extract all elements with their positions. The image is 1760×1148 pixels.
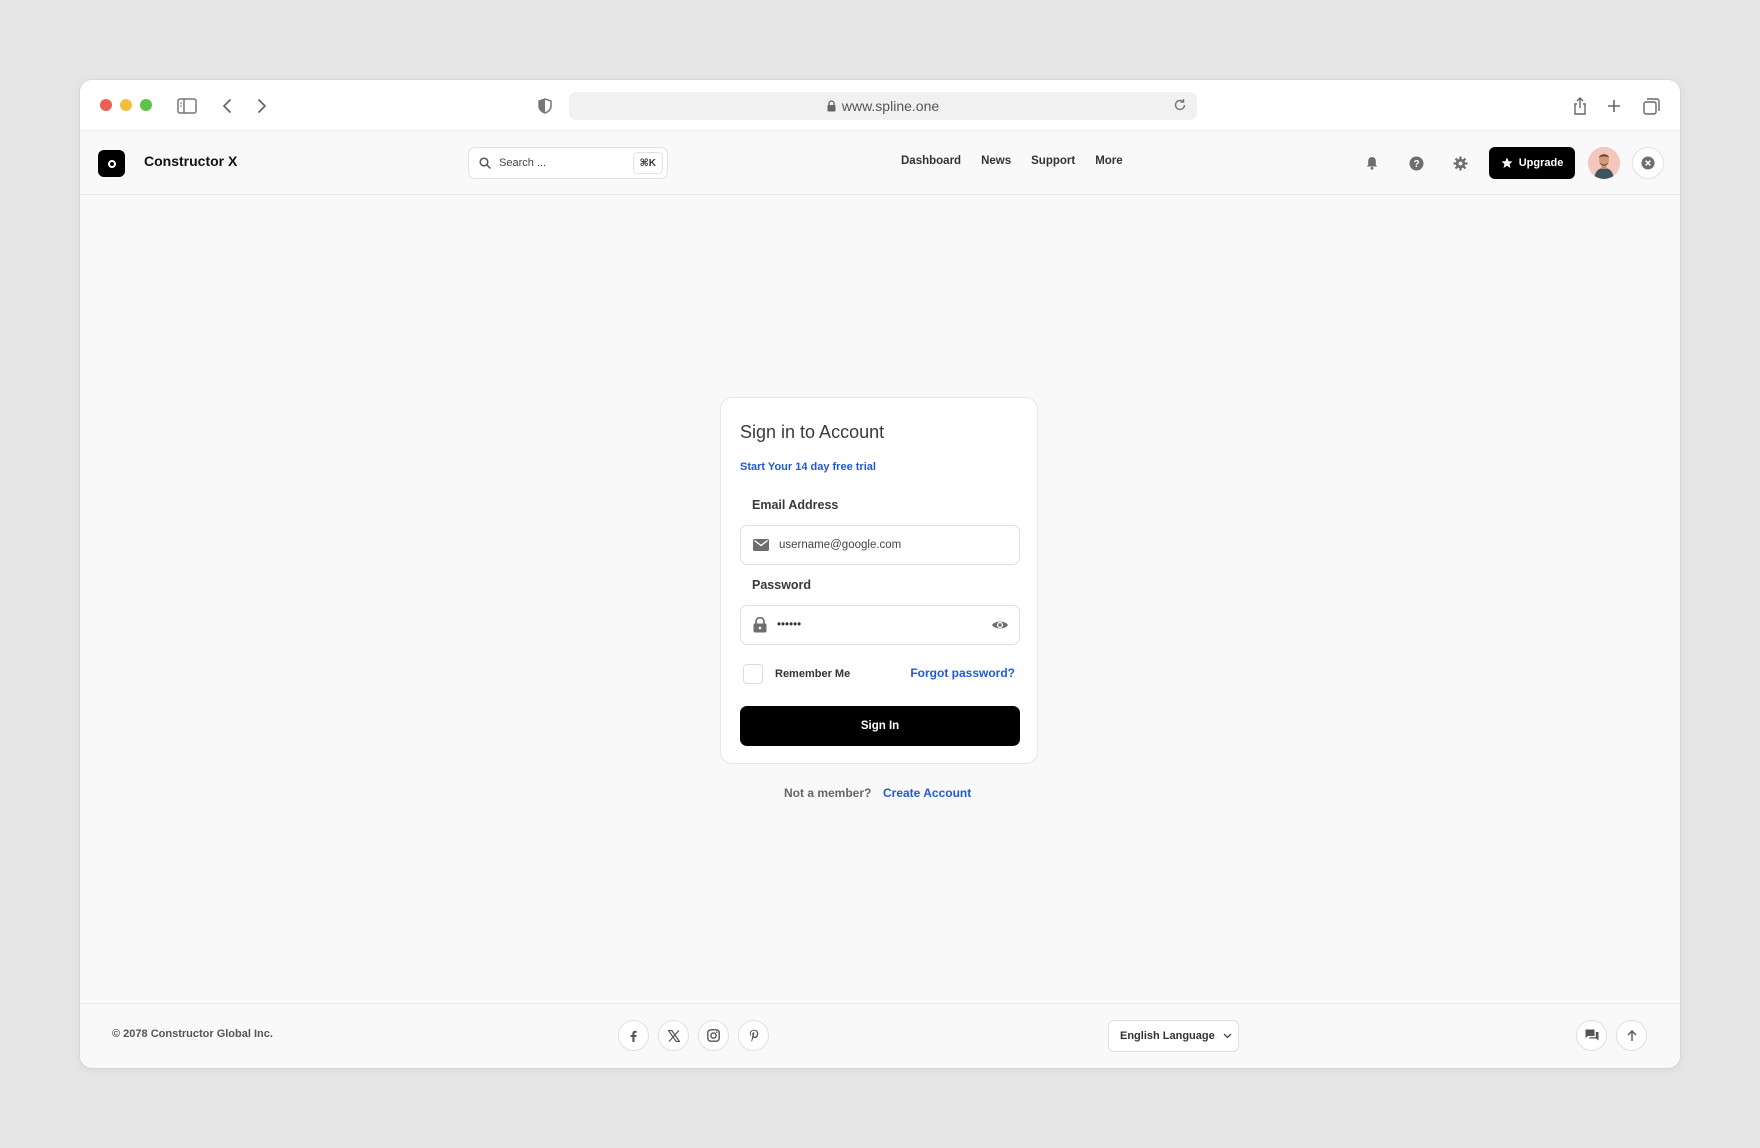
remember-checkbox[interactable]: [743, 664, 763, 684]
chat-button[interactable]: [1576, 1020, 1607, 1051]
forward-icon[interactable]: [249, 93, 275, 119]
eye-icon[interactable]: [991, 617, 1009, 633]
instagram-icon[interactable]: [698, 1020, 729, 1051]
reload-icon[interactable]: [1173, 98, 1187, 112]
close-window-button[interactable]: [100, 99, 112, 111]
app-header: Constructor X ⌘K Dashboard News Support …: [80, 131, 1680, 195]
search-icon: [479, 157, 491, 169]
main-nav: Dashboard News Support More: [901, 155, 1123, 167]
search-input[interactable]: [499, 157, 619, 169]
scroll-top-button[interactable]: [1616, 1020, 1647, 1051]
chevron-down-icon: [1223, 1033, 1232, 1039]
window-controls: [100, 99, 152, 111]
back-icon[interactable]: [214, 93, 240, 119]
shield-icon[interactable]: [532, 93, 558, 119]
chat-icon: [1585, 1029, 1598, 1041]
pinterest-icon[interactable]: [738, 1020, 769, 1051]
create-account-link[interactable]: Create Account: [883, 786, 971, 800]
footer: © 2078 Constructor Global Inc. English L…: [80, 1003, 1680, 1068]
lock-icon: [753, 617, 767, 633]
maximize-window-button[interactable]: [140, 99, 152, 111]
brand-name: Constructor X: [144, 153, 238, 169]
language-label: English Language: [1120, 1030, 1215, 1042]
mail-icon: [753, 539, 769, 551]
svg-text:?: ?: [1413, 159, 1419, 170]
upgrade-label: Upgrade: [1518, 157, 1564, 169]
email-label: Email Address: [752, 498, 839, 512]
social-links: [618, 1020, 769, 1051]
free-trial-link[interactable]: Start Your 14 day free trial: [740, 461, 876, 473]
star-icon: [1501, 157, 1513, 168]
gear-icon[interactable]: [1449, 152, 1471, 174]
new-tab-icon[interactable]: [1601, 93, 1627, 119]
browser-toolbar: www.spline.one: [80, 80, 1680, 131]
upgrade-button[interactable]: Upgrade: [1489, 147, 1575, 179]
address-bar[interactable]: www.spline.one: [569, 92, 1197, 120]
email-field[interactable]: [740, 525, 1020, 565]
arrow-up-icon: [1627, 1029, 1636, 1041]
signin-title: Sign in to Account: [740, 422, 885, 442]
nav-dashboard[interactable]: Dashboard: [901, 155, 961, 167]
forgot-password-link[interactable]: Forgot password?: [910, 666, 1015, 680]
sidebar-icon[interactable]: [174, 93, 200, 119]
email-input[interactable]: [779, 539, 979, 551]
close-icon: [1641, 156, 1655, 170]
url-text: www.spline.one: [841, 98, 940, 114]
not-member-text: Not a member?: [784, 786, 872, 800]
language-select[interactable]: English Language: [1108, 1020, 1239, 1052]
nav-more[interactable]: More: [1095, 155, 1122, 167]
search-box[interactable]: ⌘K: [468, 147, 668, 179]
nav-news[interactable]: News: [981, 155, 1011, 167]
help-icon[interactable]: ?: [1405, 152, 1427, 174]
share-icon[interactable]: [1567, 93, 1593, 119]
browser-window: www.spline.one Constructor X ⌘K Dashboar…: [80, 80, 1680, 1068]
avatar[interactable]: [1588, 147, 1620, 179]
remember-label: Remember Me: [775, 668, 851, 680]
facebook-icon[interactable]: [618, 1020, 649, 1051]
sign-in-button[interactable]: Sign In: [740, 706, 1020, 746]
nav-support[interactable]: Support: [1031, 155, 1075, 167]
copyright-text: © 2078 Constructor Global Inc.: [112, 1028, 273, 1040]
brand-logo[interactable]: [98, 150, 125, 177]
search-shortcut-badge: ⌘K: [632, 152, 663, 174]
password-field[interactable]: [740, 605, 1020, 645]
lock-icon: [827, 100, 836, 112]
tabs-icon[interactable]: [1638, 93, 1664, 119]
password-label: Password: [752, 578, 812, 592]
signin-card: Sign in to Account Start Your 14 day fre…: [720, 397, 1038, 764]
password-input[interactable]: [777, 619, 977, 631]
minimize-window-button[interactable]: [120, 99, 132, 111]
x-icon[interactable]: [658, 1020, 689, 1051]
close-button[interactable]: [1632, 147, 1664, 179]
bell-icon[interactable]: [1361, 152, 1383, 174]
remember-me[interactable]: Remember Me: [743, 664, 850, 684]
